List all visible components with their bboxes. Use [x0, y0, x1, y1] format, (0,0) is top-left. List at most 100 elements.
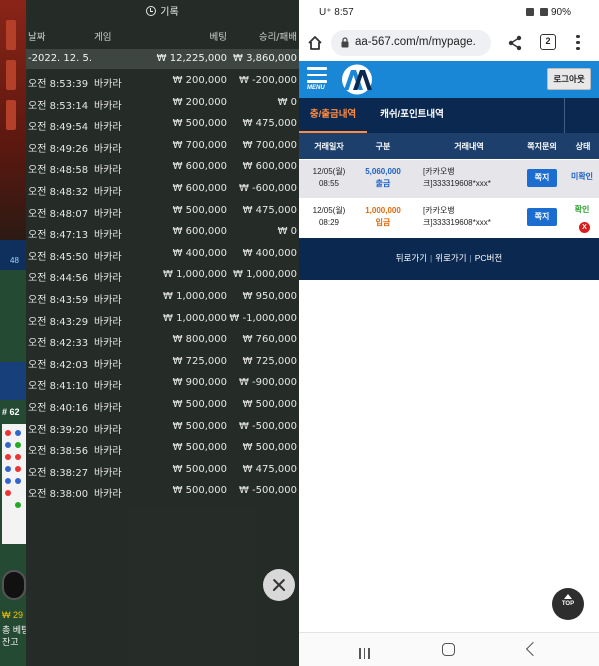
row-bet: ₩ 400,000: [172, 247, 227, 259]
row-bet: ₩ 500,000: [172, 463, 227, 475]
footer-pc-link[interactable]: PC버전: [475, 253, 502, 263]
game-history-screen: 48 # 62 ₩ 29 총 베팅 잔고 기록 날짜 게임 베팅 승리/패배 -…: [0, 0, 299, 666]
chip-icon[interactable]: [2, 570, 26, 600]
history-column-headers: 날짜 게임 베팅 승리/패배: [26, 29, 299, 46]
row-time: 오전 8:45:50: [28, 251, 89, 263]
row-time: 오전 8:44:56: [28, 273, 89, 285]
logout-button[interactable]: 로그아웃: [547, 68, 591, 90]
hamburger-menu-icon[interactable]: MENU: [307, 67, 329, 93]
history-row[interactable]: 오전 8:42:33 바카라 ₩ 800,000 ₩ 760,000: [26, 330, 299, 352]
tab-deposit-history[interactable]: 충/출금내역: [299, 98, 367, 133]
transactions-table-header: 거래일자 구분 거래내역 쪽지문의 상태: [299, 133, 599, 159]
row-game: 바카라: [94, 122, 122, 134]
table-row: 12/05(월) 08:55 5,060,000 출금 [카카오뱅크]3333196…: [299, 160, 599, 198]
site-tab-bar: 충/출금내역 캐쉬/포인트내역: [299, 98, 599, 133]
th-status: 상태: [575, 142, 591, 151]
history-row[interactable]: 오전 8:44:56 바카라 ₩ 1,000,000 ₩ 1,000,000: [26, 265, 299, 287]
row-game: 바카라: [94, 446, 122, 458]
total-date: -2022. 12. 5.: [28, 53, 93, 64]
row-result: ₩ -900,000: [238, 377, 297, 389]
status-badge: 미확인: [570, 172, 594, 181]
arrow-up-icon: [564, 594, 572, 599]
note-button[interactable]: 쪽지: [527, 208, 557, 226]
history-row[interactable]: 오전 8:38:00 바카라 ₩ 500,000 ₩ -500,000: [26, 481, 299, 503]
status-badge: 확인: [574, 205, 590, 214]
history-row[interactable]: 오전 8:48:32 바카라 ₩ 600,000 ₩ -600,000: [26, 179, 299, 201]
col-win-loss: 승리/패배: [258, 32, 297, 43]
share-icon[interactable]: [507, 35, 523, 51]
row-game: 바카라: [94, 230, 122, 242]
status-icons: 90%: [523, 7, 571, 18]
footer-back-link[interactable]: 뒤로가기: [396, 253, 427, 263]
android-nav-bar: [299, 632, 599, 666]
url-text: aa-567.com/m/mypage.: [355, 36, 476, 48]
row-result: ₩ 475,000: [242, 463, 297, 475]
history-panel: 기록 날짜 게임 베팅 승리/패배 -2022. 12. 5. ₩ 12,225…: [26, 0, 299, 666]
signal-icon: [526, 8, 535, 16]
tab-cash-point-history[interactable]: 캐쉬/포인트내역: [367, 98, 457, 133]
row-result: ₩ 0: [277, 226, 297, 238]
row-bet: ₩ 1,000,000: [163, 312, 227, 324]
row-result: ₩ 1,000,000: [233, 269, 297, 281]
address-bar[interactable]: aa-567.com/m/mypage.: [331, 30, 491, 56]
history-row[interactable]: 오전 8:48:07 바카라 ₩ 500,000 ₩ 475,000: [26, 201, 299, 223]
row-game: 바카라: [94, 424, 122, 436]
history-row[interactable]: 오전 8:43:29 바카라 ₩ 1,000,000 ₩ -1,000,000: [26, 309, 299, 331]
history-row[interactable]: 오전 8:45:50 바카라 ₩ 400,000 ₩ 400,000: [26, 244, 299, 266]
row-result: ₩ 950,000: [242, 291, 297, 302]
history-row[interactable]: 오전 8:38:56 바카라 ₩ 500,000 ₩ 500,000: [26, 438, 299, 460]
side-channel-number: 48: [10, 256, 19, 265]
row-result: ₩ -1,000,000: [229, 312, 297, 324]
row-game: 바카라: [94, 359, 122, 371]
history-row[interactable]: 오전 8:49:54 바카라 ₩ 500,000 ₩ 475,000: [26, 114, 299, 136]
top-label: TOP: [561, 601, 575, 607]
history-row[interactable]: 오전 8:53:14 바카라 ₩ 200,000 ₩ 0: [26, 93, 299, 115]
scroll-top-button[interactable]: TOP: [552, 588, 584, 620]
home-icon[interactable]: [307, 35, 323, 51]
row-game: 바카라: [94, 100, 122, 112]
history-row[interactable]: 오전 8:48:58 바카라 ₩ 600,000 ₩ 600,000: [26, 157, 299, 179]
site-logo-icon[interactable]: [337, 64, 377, 95]
row-time: 오전 8:38:56: [28, 446, 89, 458]
nav-home-icon[interactable]: [442, 643, 455, 656]
col-game: 게임: [94, 32, 112, 43]
more-menu-icon[interactable]: [575, 35, 581, 51]
history-row[interactable]: 오전 8:38:27 바카라 ₩ 500,000 ₩ 475,000: [26, 460, 299, 482]
row-result: ₩ 725,000: [242, 355, 297, 367]
side-panel-bar: [0, 240, 28, 270]
row-time: 오전 8:48:58: [28, 165, 89, 177]
row-game: 바카라: [94, 251, 122, 263]
history-row[interactable]: 오전 8:53:39 바카라 ₩ 200,000 ₩ -200,000: [26, 71, 299, 93]
row-time: 오전 8:43:29: [28, 316, 89, 328]
row-date: 12/05(월) 08:29: [312, 206, 346, 227]
history-row[interactable]: 오전 8:49:26 바카라 ₩ 700,000 ₩ 700,000: [26, 136, 299, 158]
history-row[interactable]: 오전 8:47:13 바카라 ₩ 600,000 ₩ 0: [26, 222, 299, 244]
row-result: ₩ 600,000: [242, 161, 297, 173]
note-button[interactable]: 쪽지: [527, 169, 557, 187]
history-row[interactable]: 오전 8:41:10 바카라 ₩ 900,000 ₩ -900,000: [26, 373, 299, 395]
row-time: 오전 8:42:03: [28, 359, 89, 371]
th-date: 거래일자: [314, 142, 344, 151]
delete-icon[interactable]: X: [579, 222, 590, 233]
row-result: ₩ 500,000: [242, 442, 297, 454]
nav-back-icon[interactable]: [525, 641, 541, 657]
tab-divider: [564, 98, 566, 133]
row-bet: ₩ 500,000: [172, 399, 227, 410]
tab-switcher-button[interactable]: 2: [540, 34, 556, 50]
history-row[interactable]: 오전 8:40:16 바카라 ₩ 500,000 ₩ 500,000: [26, 395, 299, 417]
row-game: 바카라: [94, 295, 122, 306]
history-row[interactable]: 오전 8:39:20 바카라 ₩ 500,000 ₩ -500,000: [26, 417, 299, 439]
row-game: 바카라: [94, 316, 122, 328]
history-row[interactable]: 오전 8:42:03 바카라 ₩ 725,000 ₩ 725,000: [26, 352, 299, 374]
recent-apps-icon[interactable]: [359, 644, 373, 659]
history-header: 기록: [26, 0, 299, 26]
side-button[interactable]: [0, 362, 28, 400]
close-button[interactable]: [263, 569, 295, 601]
history-row[interactable]: 오전 8:43:59 바카라 ₩ 1,000,000 ₩ 950,000: [26, 287, 299, 309]
footer-up-link[interactable]: 위로가기: [435, 253, 466, 263]
row-time: 오전 8:53:14: [28, 100, 89, 112]
row-game: 바카라: [94, 79, 122, 90]
col-date: 날짜: [28, 32, 46, 43]
total-bet: ₩ 12,225,000: [156, 53, 227, 64]
history-total-row[interactable]: -2022. 12. 5. ₩ 12,225,000 ₩ 3,860,000: [26, 49, 299, 69]
